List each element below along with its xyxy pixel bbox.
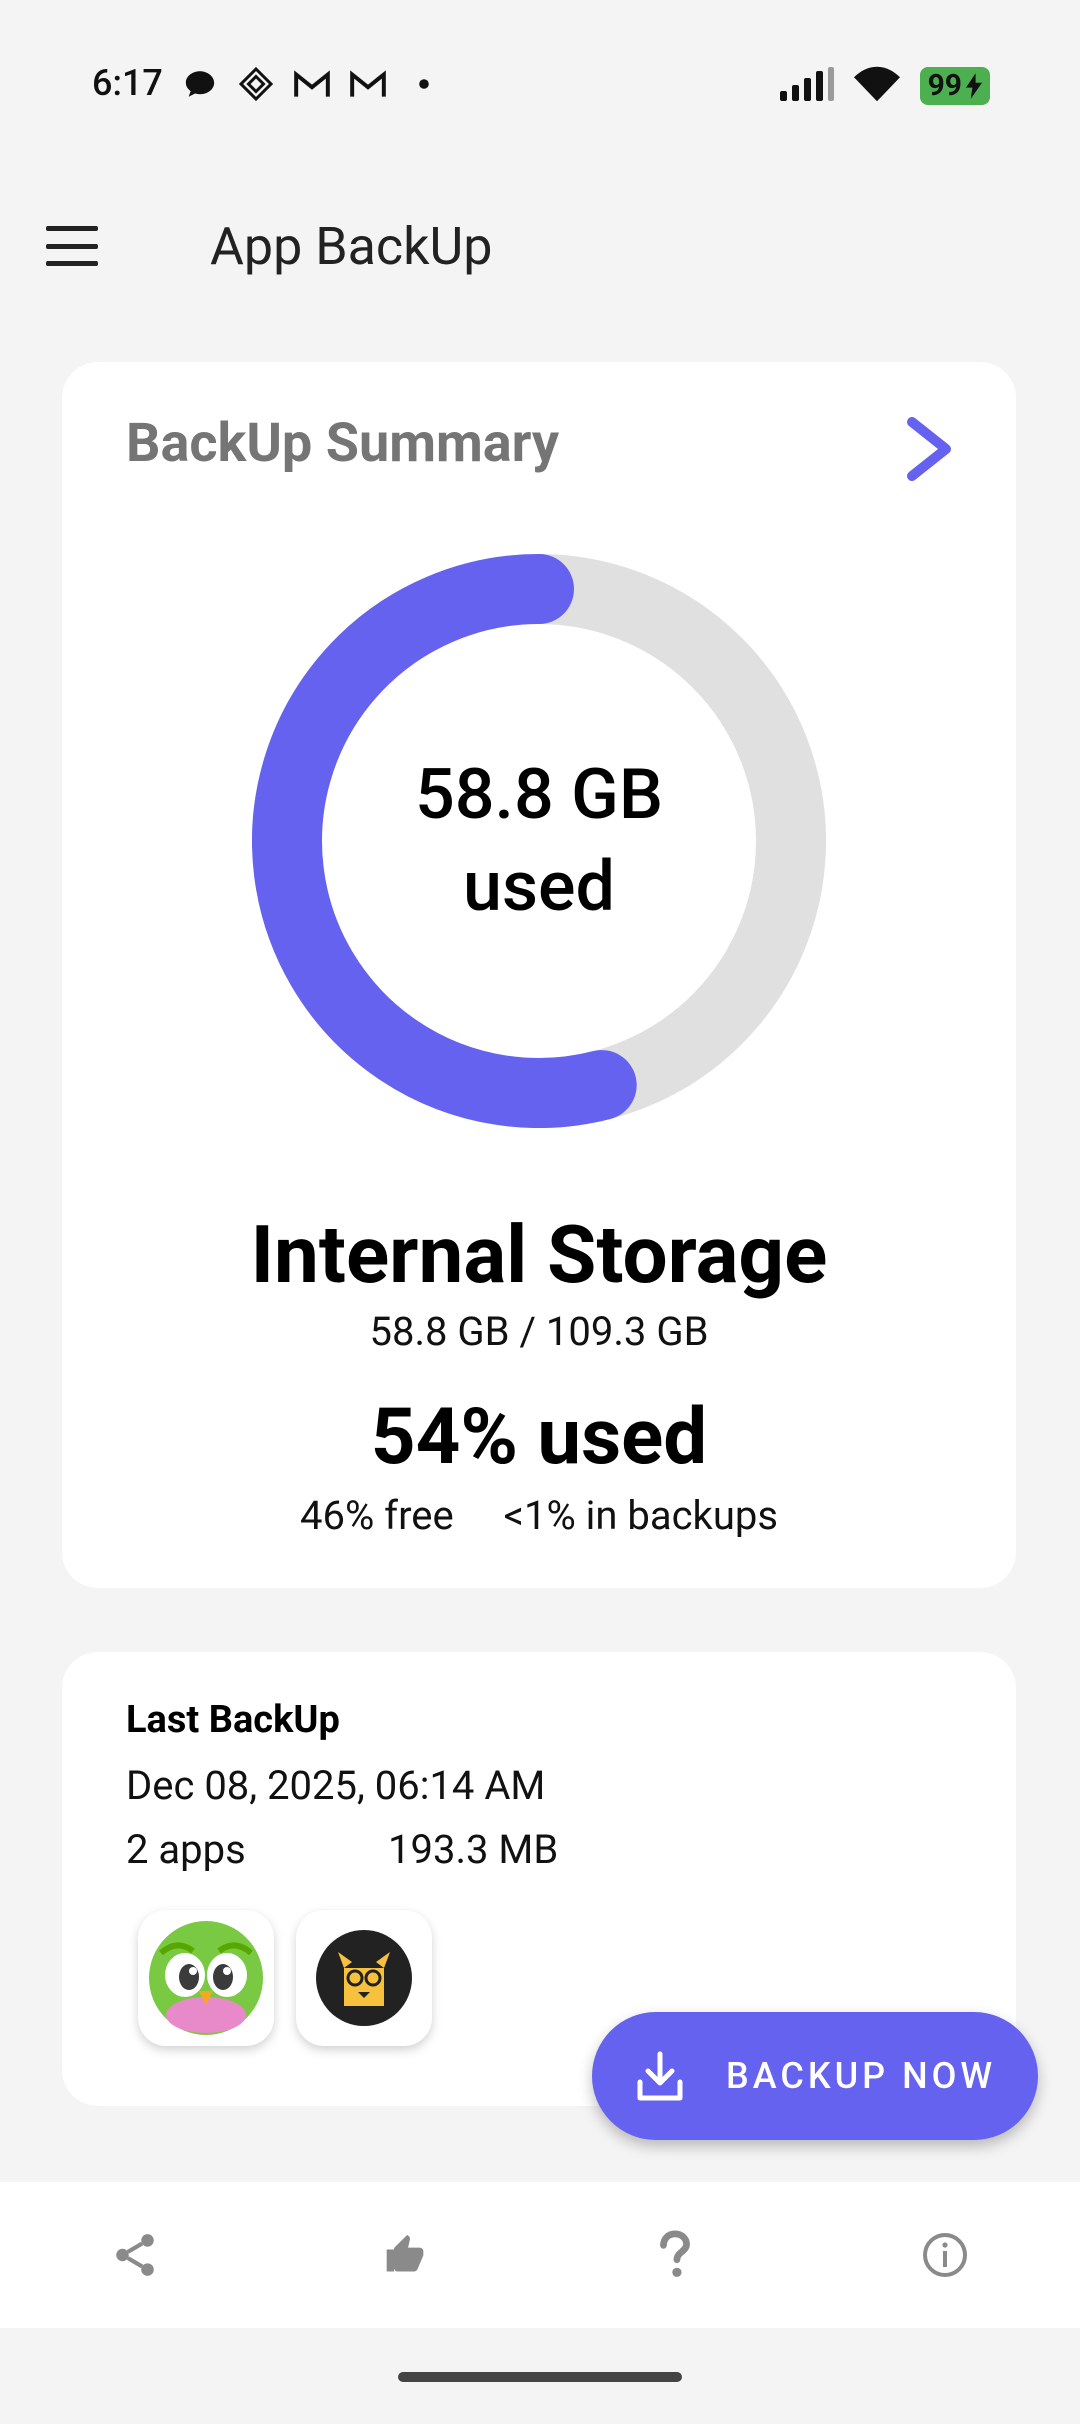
bottom-navigation xyxy=(0,2182,1080,2328)
reading-app-icon[interactable] xyxy=(296,1910,432,2046)
download-icon xyxy=(637,2051,683,2101)
thumbs-up-icon[interactable] xyxy=(345,2195,465,2315)
summary-title: BackUp Summary xyxy=(126,412,560,475)
gmail-icon xyxy=(292,64,332,104)
battery-level: 99 xyxy=(927,68,962,103)
app-title: App BackUp xyxy=(210,216,493,277)
status-bar: 6:17 99 xyxy=(0,0,1080,176)
free-percent: 46% free xyxy=(300,1492,454,1539)
backed-up-app-icons xyxy=(138,1910,432,2046)
status-time: 6:17 xyxy=(92,62,163,104)
backup-now-label: BACKUP NOW xyxy=(726,2055,997,2097)
last-backup-app-count: 2 apps xyxy=(126,1826,246,1873)
donut-used-amount: 58.8 GB xyxy=(414,754,664,836)
messages-icon xyxy=(180,64,220,104)
help-icon[interactable] xyxy=(615,2195,735,2315)
notification-icons xyxy=(180,64,444,104)
duolingo-icon[interactable] xyxy=(138,1910,274,2046)
backup-now-button[interactable]: BACKUP NOW xyxy=(592,2012,1038,2140)
system-icons: 99 xyxy=(778,66,990,106)
donut-center-text: 58.8 GB used xyxy=(252,554,826,1128)
signal-icon xyxy=(778,67,834,105)
last-backup-title: Last BackUp xyxy=(126,1698,340,1742)
wifi-icon xyxy=(853,66,900,106)
app-bar: App BackUp xyxy=(0,176,1080,320)
backup-summary-card[interactable]: BackUp Summary 58.8 GB used Internal Sto… xyxy=(62,362,1016,1588)
chevron-right-icon[interactable] xyxy=(900,414,960,484)
gesture-bar xyxy=(398,2372,682,2382)
storage-amount: 58.8 GB / 109.3 GB xyxy=(369,1308,709,1355)
used-percent: 54% used xyxy=(370,1392,708,1483)
last-backup-date: Dec 08, 2025, 06:14 AM xyxy=(126,1762,546,1809)
share-icon[interactable] xyxy=(75,2195,195,2315)
dot-icon xyxy=(404,64,444,104)
battery-icon: 99 xyxy=(919,67,990,105)
storage-name: Internal Storage xyxy=(250,1208,828,1302)
free-line: 46% free <1% in backups xyxy=(62,1492,1016,1539)
slack-icon xyxy=(236,64,276,104)
gmail-icon xyxy=(348,64,388,104)
backups-percent: <1% in backups xyxy=(503,1492,778,1539)
donut-used-label: used xyxy=(463,846,615,928)
info-icon[interactable] xyxy=(885,2195,1005,2315)
hamburger-icon[interactable] xyxy=(46,226,98,266)
last-backup-size: 193.3 MB xyxy=(388,1826,559,1873)
